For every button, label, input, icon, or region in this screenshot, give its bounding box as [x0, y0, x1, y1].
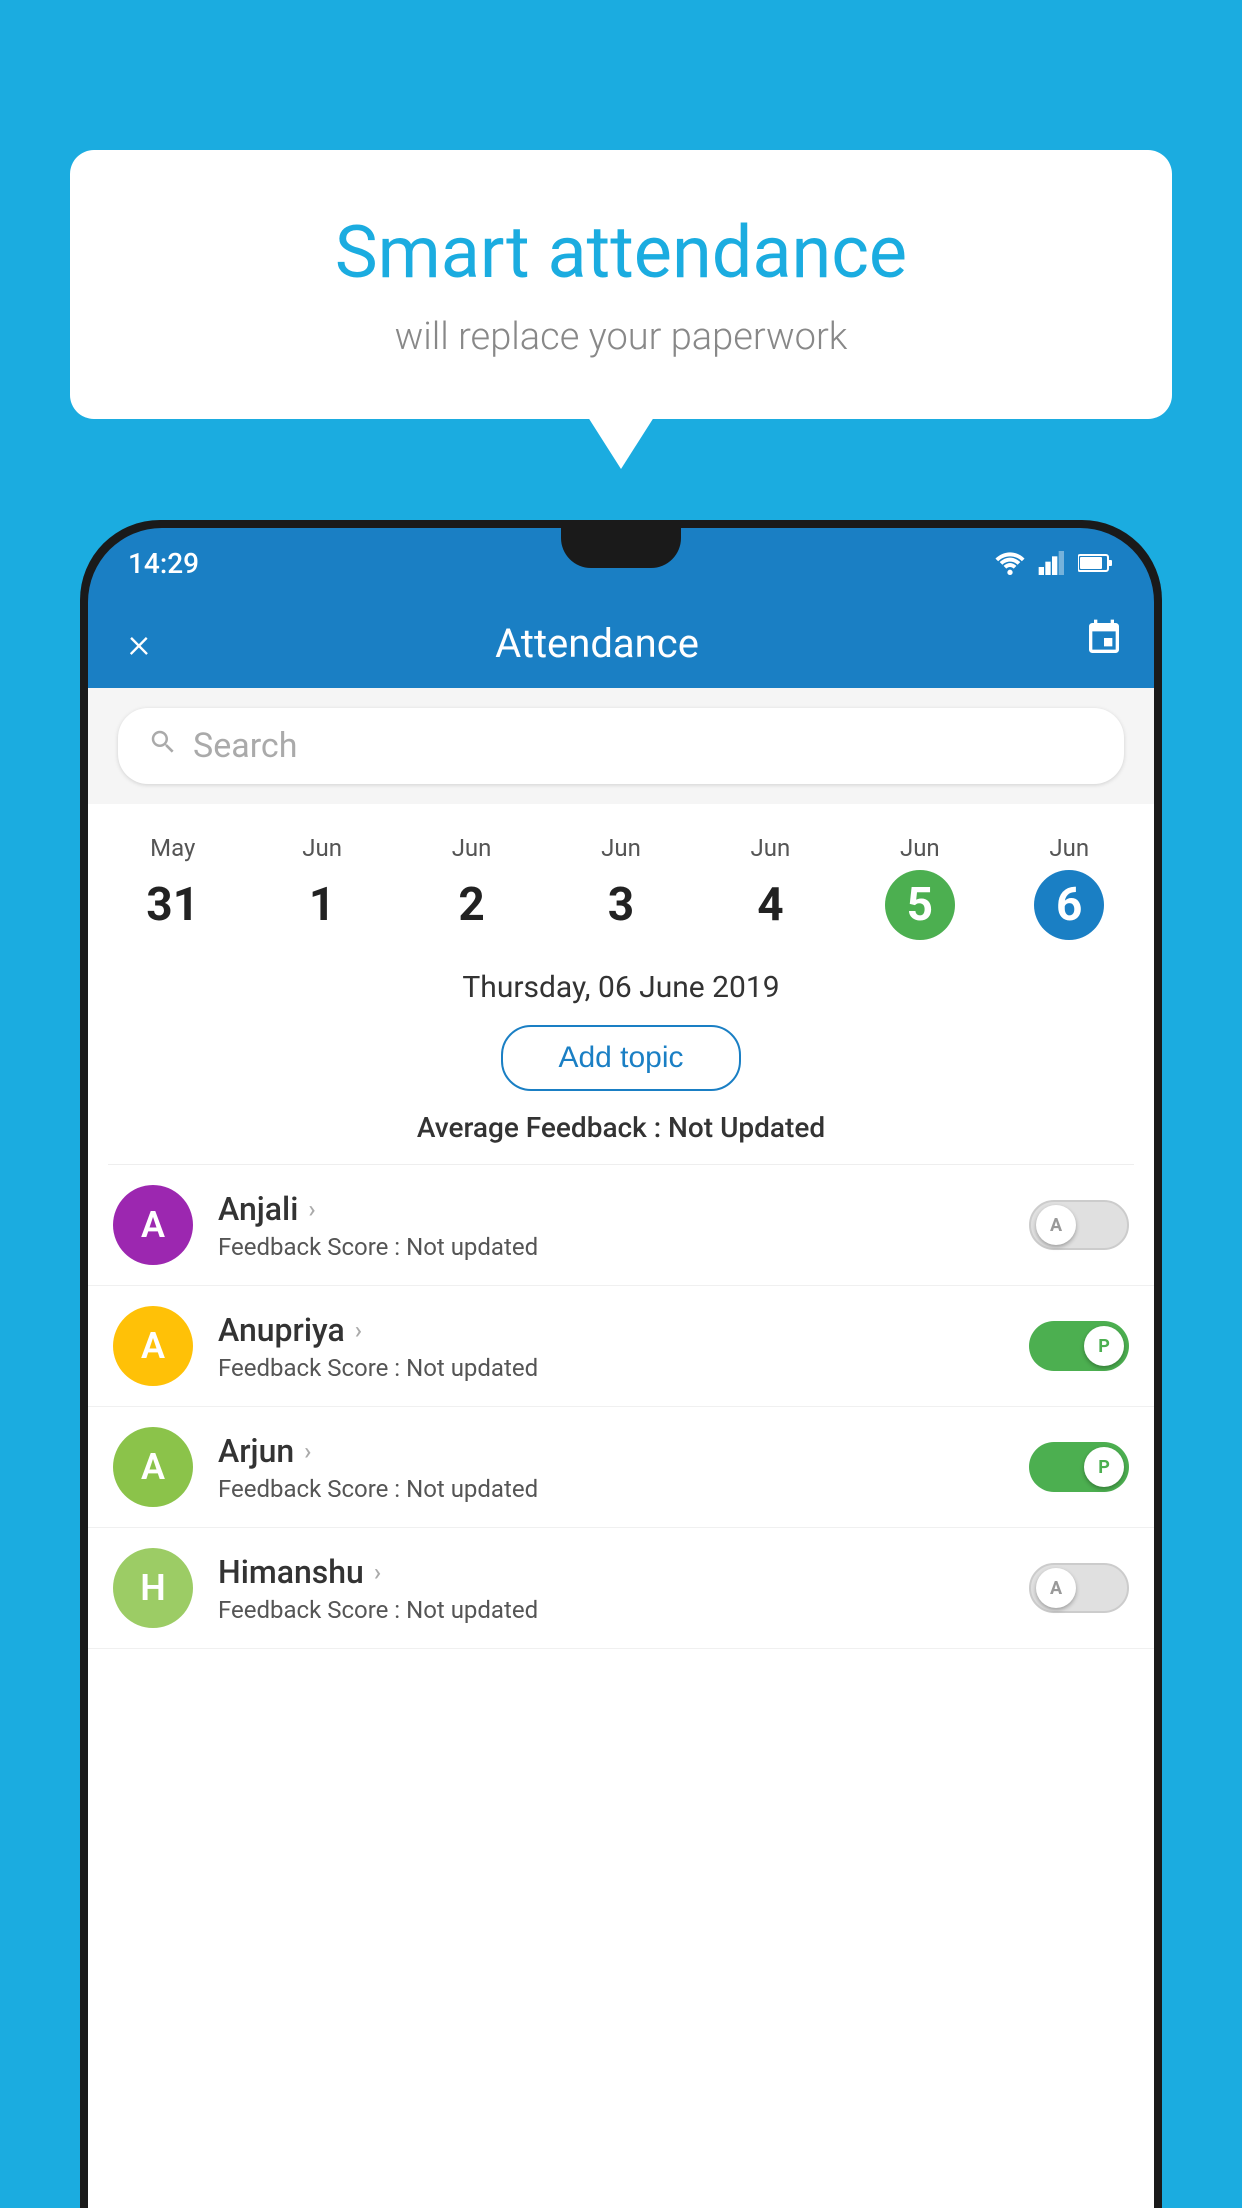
student-name-arjun: Arjun ›	[218, 1432, 1029, 1470]
date-cell-may31[interactable]: May 31	[98, 824, 247, 950]
screen-content: Search May 31 Jun 1 Jun 2 Jun	[88, 688, 1154, 2208]
student-name-anupriya: Anupriya ›	[218, 1311, 1029, 1349]
avg-feedback: Average Feedback : Not Updated	[88, 1106, 1154, 1164]
phone-frame: 14:29	[80, 520, 1162, 2208]
avg-feedback-value: Not Updated	[668, 1111, 825, 1144]
chevron-icon: ›	[355, 1316, 362, 1344]
status-time: 14:29	[128, 547, 199, 580]
add-topic-container: Add topic	[88, 1020, 1154, 1106]
student-info-arjun: Arjun › Feedback Score : Not updated	[218, 1432, 1029, 1503]
date-cell-jun5[interactable]: Jun 5	[845, 824, 994, 950]
student-info-himanshu: Himanshu › Feedback Score : Not updated	[218, 1553, 1029, 1624]
notch	[561, 528, 681, 568]
feedback-score-anupriya: Feedback Score : Not updated	[218, 1354, 1029, 1382]
avg-feedback-label: Average Feedback :	[417, 1111, 661, 1144]
add-topic-button[interactable]: Add topic	[501, 1025, 740, 1091]
feedback-score-anjali: Feedback Score : Not updated	[218, 1233, 1029, 1261]
chevron-icon: ›	[308, 1195, 315, 1223]
calendar-icon[interactable]	[1084, 618, 1124, 668]
date-row: May 31 Jun 1 Jun 2 Jun 3 Jun 4	[88, 804, 1154, 950]
search-container: Search	[88, 688, 1154, 804]
student-name-himanshu: Himanshu ›	[218, 1553, 1029, 1591]
date-number: 2	[437, 870, 507, 940]
bubble-title: Smart attendance	[150, 210, 1092, 295]
toggle-anjali[interactable]: A	[1029, 1200, 1129, 1250]
toggle-himanshu[interactable]: A	[1029, 1563, 1129, 1613]
student-list: A Anjali › Feedback Score : Not updated	[88, 1165, 1154, 1649]
date-month: Jun	[402, 834, 541, 862]
date-number: 31	[138, 870, 208, 940]
student-name-anjali: Anjali ›	[218, 1190, 1029, 1228]
search-bar[interactable]: Search	[118, 708, 1124, 784]
speech-bubble-container: Smart attendance will replace your paper…	[70, 150, 1172, 419]
signal-icon	[1038, 551, 1066, 575]
date-cell-jun1[interactable]: Jun 1	[247, 824, 396, 950]
selected-date-label: Thursday, 06 June 2019	[88, 950, 1154, 1020]
date-month: Jun	[850, 834, 989, 862]
date-month: Jun	[551, 834, 690, 862]
chevron-icon: ›	[304, 1437, 311, 1465]
avatar-anupriya: A	[113, 1306, 193, 1386]
date-cell-jun6[interactable]: Jun 6	[995, 824, 1144, 950]
student-item-himanshu[interactable]: H Himanshu › Feedback Score : Not update…	[88, 1528, 1154, 1649]
search-icon	[148, 727, 178, 765]
feedback-score-arjun: Feedback Score : Not updated	[218, 1475, 1029, 1503]
student-item-arjun[interactable]: A Arjun › Feedback Score : Not updated	[88, 1407, 1154, 1528]
app-bar: × Attendance	[88, 598, 1154, 688]
date-number: 6	[1034, 870, 1104, 940]
student-item-anjali[interactable]: A Anjali › Feedback Score : Not updated	[88, 1165, 1154, 1286]
date-number: 3	[586, 870, 656, 940]
student-info-anjali: Anjali › Feedback Score : Not updated	[218, 1190, 1029, 1261]
date-month: Jun	[701, 834, 840, 862]
wifi-icon	[994, 551, 1026, 575]
avatar-himanshu: H	[113, 1548, 193, 1628]
phone-inner: 14:29	[88, 528, 1154, 2208]
date-cell-jun4[interactable]: Jun 4	[696, 824, 845, 950]
toggle-arjun[interactable]: P	[1029, 1442, 1129, 1492]
status-bar: 14:29	[88, 528, 1154, 598]
student-item-anupriya[interactable]: A Anupriya › Feedback Score : Not update…	[88, 1286, 1154, 1407]
app-bar-title: Attendance	[160, 620, 1034, 667]
feedback-score-himanshu: Feedback Score : Not updated	[218, 1596, 1029, 1624]
date-month: May	[103, 834, 242, 862]
date-number: 5	[885, 870, 955, 940]
student-info-anupriya: Anupriya › Feedback Score : Not updated	[218, 1311, 1029, 1382]
bubble-subtitle: will replace your paperwork	[150, 315, 1092, 359]
avatar-arjun: A	[113, 1427, 193, 1507]
date-cell-jun3[interactable]: Jun 3	[546, 824, 695, 950]
chevron-icon: ›	[374, 1558, 381, 1586]
date-month: Jun	[252, 834, 391, 862]
search-placeholder: Search	[193, 726, 297, 766]
toggle-anupriya[interactable]: P	[1029, 1321, 1129, 1371]
status-icons	[994, 551, 1114, 575]
battery-icon	[1078, 552, 1114, 574]
date-month: Jun	[1000, 834, 1139, 862]
date-cell-jun2[interactable]: Jun 2	[397, 824, 546, 950]
close-button[interactable]: ×	[118, 609, 160, 678]
date-number: 4	[735, 870, 805, 940]
avatar-anjali: A	[113, 1185, 193, 1265]
date-number: 1	[287, 870, 357, 940]
speech-bubble: Smart attendance will replace your paper…	[70, 150, 1172, 419]
